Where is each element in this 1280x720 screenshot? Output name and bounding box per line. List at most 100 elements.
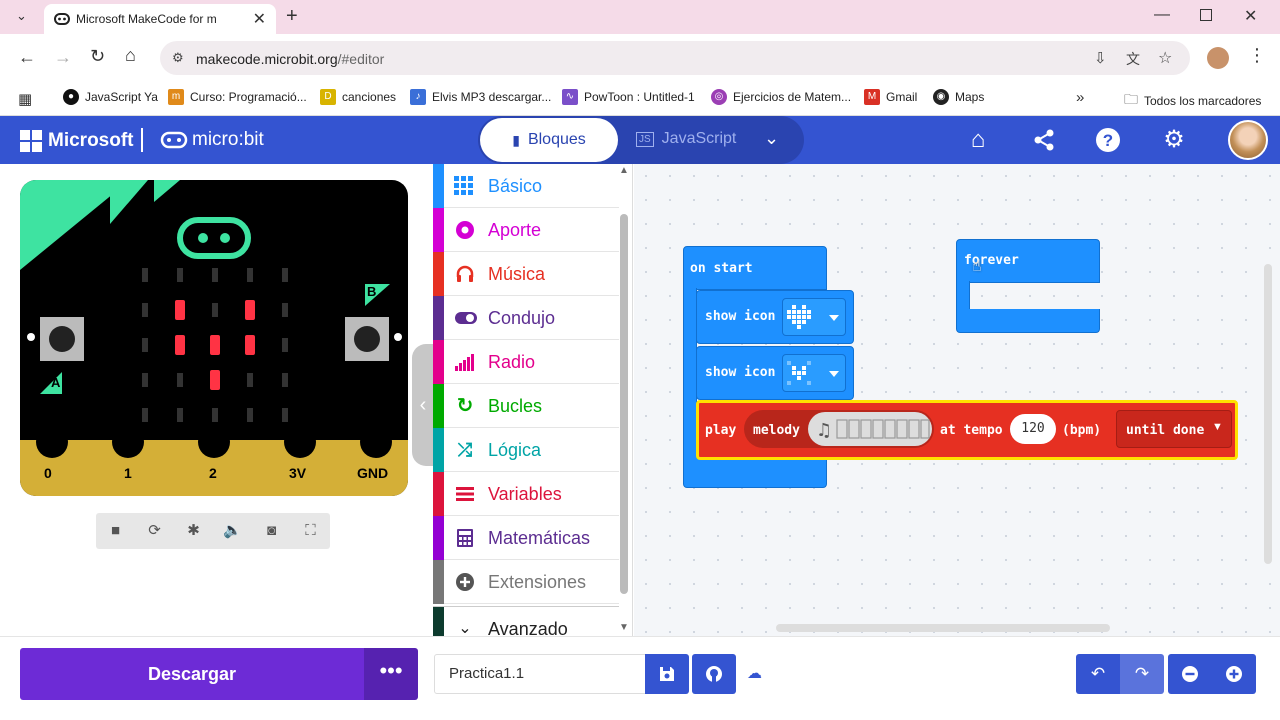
svg-text:?: ?	[1103, 131, 1113, 150]
stop-icon[interactable]: ■	[96, 513, 135, 549]
chevron-down-icon: ⌄	[458, 620, 472, 636]
apps-grid-icon[interactable]: ▦	[18, 90, 32, 108]
zoom-in-icon[interactable]	[1212, 654, 1256, 694]
redo-icon[interactable]: ↷	[1120, 654, 1164, 694]
javascript-tab[interactable]: JS JavaScript	[636, 130, 736, 148]
toolbox-category-extensions[interactable]: Extensiones	[433, 560, 619, 604]
microsoft-logo[interactable]: Microsoft	[20, 130, 134, 152]
restore-icon[interactable]	[1200, 9, 1212, 21]
menu-icon[interactable]: ⋮	[1248, 45, 1266, 66]
help-icon[interactable]: ?	[1092, 124, 1124, 156]
pin-1-label[interactable]: 1	[124, 465, 132, 481]
toolbox-category-variables[interactable]: Variables	[433, 472, 619, 516]
scroll-up-icon[interactable]: ▲	[619, 165, 629, 176]
simulator-toolbar: ■ ⟳ ✱ 🔈 ◙ ⛶	[96, 513, 330, 549]
screenshot-camera-icon[interactable]: ◙	[252, 513, 291, 549]
site-info-icon[interactable]: ⚙	[172, 50, 184, 66]
reload-icon[interactable]: ↻	[90, 46, 105, 67]
toolbox-category-advanced[interactable]: ⌄ Avanzado	[433, 606, 619, 636]
language-dropdown-icon[interactable]: ⌄	[764, 128, 779, 149]
fullscreen-icon[interactable]: ⛶	[291, 513, 330, 549]
all-bookmarks-folder[interactable]: 🗀 Todos los marcadores	[1124, 89, 1261, 113]
bookmark-item[interactable]: m Curso: Programació...	[168, 89, 307, 105]
folder-icon: 🗀	[1124, 91, 1138, 107]
melody-label: melody	[753, 423, 800, 438]
zoom-out-icon[interactable]	[1168, 654, 1212, 694]
icon-picker-small-heart[interactable]	[782, 354, 846, 392]
powtoon-icon: ∿	[562, 89, 578, 105]
download-options-button[interactable]: •••	[364, 648, 418, 700]
headphones-icon	[456, 265, 474, 282]
back-icon[interactable]: ←	[18, 47, 36, 68]
microbit-logo[interactable]: micro:bit	[160, 129, 264, 151]
pin-2-label[interactable]: 2	[209, 465, 217, 481]
undo-icon[interactable]: ↶	[1076, 654, 1120, 694]
sound-icon[interactable]: 🔈	[213, 513, 252, 549]
svg-text:♫: ♫	[816, 420, 832, 441]
melody-editor-field[interactable]: ♫	[808, 412, 932, 446]
user-avatar[interactable]	[1228, 120, 1268, 160]
on-start-label: on start	[690, 261, 753, 276]
toggle-icon	[455, 312, 477, 324]
forward-icon[interactable]: →	[54, 47, 72, 68]
toolbox-category-math[interactable]: Matemáticas	[433, 516, 619, 560]
bookmark-item[interactable]: ◎ Ejercicios de Matem...	[711, 89, 851, 105]
tab-close-icon[interactable]: ✕	[253, 9, 266, 29]
bookmark-item[interactable]: ♪ Elvis MP3 descargar...	[410, 89, 551, 105]
toolbox: Básico Aporte Música Condujo Radio ↻ Buc…	[433, 164, 633, 636]
profile-icon[interactable]	[1207, 47, 1229, 69]
maps-icon: ◉	[933, 89, 949, 105]
cloud-sync-icon[interactable]: ☁	[747, 664, 762, 682]
gmail-icon: M	[864, 89, 880, 105]
project-name-input[interactable]: Practica1.1	[434, 654, 646, 694]
toolbox-category-input[interactable]: Aporte	[433, 208, 619, 252]
new-tab-icon[interactable]: +	[286, 5, 298, 28]
workspace-horizontal-scrollbar[interactable]	[776, 624, 1110, 632]
minimize-icon[interactable]: —	[1154, 6, 1170, 24]
share-icon[interactable]	[1028, 124, 1060, 156]
toolbox-category-loops[interactable]: ↻ Bucles	[433, 384, 619, 428]
pin-gnd-label[interactable]: GND	[357, 465, 388, 481]
toolbox-category-led[interactable]: Condujo	[433, 296, 619, 340]
blocks-tab[interactable]: ▮ Bloques	[480, 118, 618, 162]
save-disk-icon[interactable]	[645, 654, 689, 694]
install-app-icon[interactable]: ⇩	[1094, 49, 1107, 67]
workspace-vertical-scrollbar[interactable]	[1264, 264, 1272, 564]
tab-list-dropdown-icon[interactable]: ⌄	[16, 8, 27, 24]
download-button[interactable]: Descargar	[20, 648, 364, 700]
tempo-input[interactable]: 120	[1010, 414, 1056, 444]
toolbox-category-logic[interactable]: ⤮ Lógica	[433, 428, 619, 472]
scroll-down-icon[interactable]: ▼	[619, 622, 629, 633]
button-b[interactable]	[345, 317, 389, 361]
bookmark-item[interactable]: ∿ PowToon : Untitled-1	[562, 89, 695, 105]
bookmark-item[interactable]: ◉ Maps	[933, 89, 984, 105]
browser-tab[interactable]: Microsoft MakeCode for m ✕	[44, 4, 276, 34]
debug-bug-icon[interactable]: ✱	[174, 513, 213, 549]
github-icon[interactable]	[692, 654, 736, 694]
show-icon-label-1: show icon	[705, 309, 776, 324]
icon-picker-heart[interactable]	[782, 298, 846, 336]
settings-gear-icon[interactable]: ⚙	[1158, 124, 1190, 156]
collapse-simulator-handle[interactable]: ‹	[412, 344, 434, 466]
browser-tab-bar: ⌄ Microsoft MakeCode for m ✕ + — ✕	[0, 0, 1280, 34]
pin-0-label[interactable]: 0	[44, 465, 52, 481]
home-icon[interactable]: ⌂	[962, 124, 994, 156]
toolbox-scrollbar[interactable]	[620, 214, 628, 594]
translate-icon[interactable]: 文	[1126, 49, 1140, 69]
dropdown-arrow-icon: ▼	[1212, 421, 1223, 433]
address-bar[interactable]: ⚙ makecode.microbit.org/#editor ⇩ 文 ☆	[160, 41, 1190, 75]
bookmark-item[interactable]: M Gmail	[864, 89, 917, 105]
button-a[interactable]	[40, 317, 84, 361]
microbit-face-icon	[160, 131, 188, 149]
toolbox-category-basic[interactable]: Básico	[433, 164, 619, 208]
bookmark-star-icon[interactable]: ☆	[1158, 48, 1172, 68]
close-window-icon[interactable]: ✕	[1244, 6, 1257, 26]
pin-3v-label[interactable]: 3V	[289, 465, 306, 481]
restart-icon[interactable]: ⟳	[135, 513, 174, 549]
bookmark-item[interactable]: Dcanciones	[320, 89, 396, 105]
more-bookmarks-icon[interactable]: »	[1076, 89, 1084, 106]
toolbox-category-radio[interactable]: Radio	[433, 340, 619, 384]
toolbox-category-music[interactable]: Música	[433, 252, 619, 296]
bookmark-item[interactable]: ● JavaScript Ya	[63, 89, 158, 105]
home-icon[interactable]: ⌂	[125, 45, 136, 66]
